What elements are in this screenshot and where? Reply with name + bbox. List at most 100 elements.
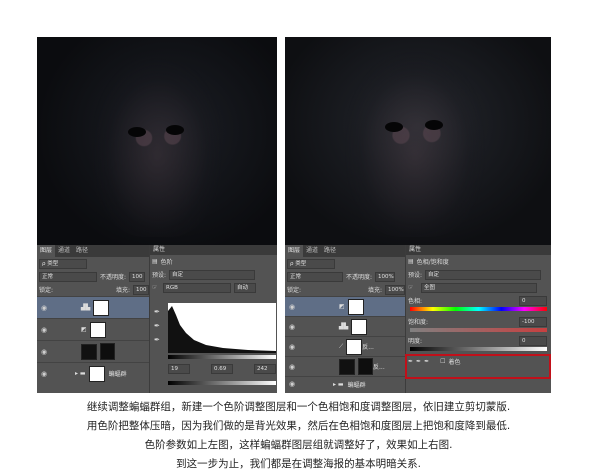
layer-row-levels[interactable]: ◉ ▟▙ — [37, 296, 149, 318]
output-gradient — [168, 381, 276, 385]
right-eye-shadow — [166, 125, 184, 135]
folder-icon: ▸ ▬ — [75, 370, 86, 377]
layer-mask-thumb — [89, 321, 106, 338]
properties-tab[interactable]: 属性 — [406, 245, 551, 255]
layer-row-image[interactable]: ◉ 反... — [285, 356, 405, 376]
left-eye-shadow — [385, 122, 403, 132]
curves-adjust-icon: ⟋ — [339, 342, 344, 350]
layer-name: 反... — [362, 344, 374, 351]
layer-row-image[interactable]: ◉ — [37, 340, 149, 362]
tab-channels[interactable]: 通道 — [55, 245, 73, 257]
layer-name: 蝙蝠群 — [108, 371, 127, 378]
white-eyedropper-icon[interactable]: ✒ — [154, 333, 162, 347]
layer-mask-thumb — [358, 358, 373, 375]
preset-row: 预设: 自定 — [150, 268, 277, 281]
input-gradient — [168, 355, 276, 359]
huesat-icon: ▤ — [408, 258, 414, 265]
visibility-eye-icon[interactable]: ◉ — [285, 380, 299, 388]
properties-tab[interactable]: 属性 — [150, 245, 277, 255]
hue-row: 色相: 0 — [406, 294, 551, 307]
preset-select[interactable]: 自定 — [169, 269, 256, 280]
saturation-input[interactable]: -100 — [519, 316, 547, 327]
fill-input[interactable]: 100% — [385, 284, 405, 295]
blend-mode-select[interactable]: 正常 — [39, 271, 97, 282]
visibility-eye-icon[interactable]: ◉ — [37, 348, 51, 356]
input-white-value[interactable]: 242 — [254, 363, 276, 374]
layer-thumb — [88, 365, 105, 382]
fill-label: 填充: — [115, 287, 130, 294]
auto-button[interactable]: 自动 — [234, 282, 256, 293]
channel-select[interactable]: 全图 — [421, 282, 537, 293]
layer-mask-thumb — [347, 298, 364, 315]
input-values-row: 19 0.69 242 — [168, 362, 276, 375]
kind-filter-select[interactable]: ρ 类型 — [287, 258, 335, 269]
lightness-slider[interactable] — [410, 347, 547, 351]
gray-eyedropper-icon[interactable]: ✒ — [154, 319, 162, 333]
hand-icon[interactable]: ☞ — [408, 284, 418, 291]
tab-paths[interactable]: 路径 — [73, 245, 91, 257]
layer-name: 蝙蝠群 — [347, 381, 366, 389]
layer-mask-thumb — [346, 338, 363, 355]
huesat-adjust-icon: ◩ — [339, 303, 345, 310]
blend-mode-select[interactable]: 正常 — [287, 271, 343, 282]
lock-row: 锁定: 填充: 100% — [285, 283, 405, 296]
fill-input[interactable]: 100 — [133, 284, 149, 295]
visibility-eye-icon[interactable]: ◉ — [285, 323, 299, 331]
properties-panel: 属性 ▤ 色阶 预设: 自定 ☞ RGB 自动 ✒ ✒ ✒ 19 0.69 24… — [149, 245, 277, 393]
levels-adjust-icon: ▟▙ — [339, 323, 349, 330]
props-title: 色阶 — [160, 259, 173, 266]
visibility-eye-icon[interactable]: ◉ — [285, 343, 299, 351]
tab-layers[interactable]: 图层 — [285, 245, 304, 257]
layer-row-group[interactable]: ◉ ▸ ▬ 蝙蝠群 — [285, 376, 405, 391]
lightness-row: 明度: 0 — [406, 334, 551, 347]
layers-tabbar: 图层 通道 路径 — [285, 245, 405, 257]
visibility-eye-icon[interactable]: ◉ — [37, 326, 51, 334]
hand-icon[interactable]: ☞ — [152, 284, 160, 291]
tab-paths[interactable]: 路径 — [321, 245, 339, 257]
histogram — [168, 303, 276, 353]
visibility-eye-icon[interactable]: ◉ — [285, 303, 299, 311]
saturation-slider[interactable] — [410, 328, 547, 332]
saturation-highlight-box — [405, 354, 551, 379]
layer-row-curves[interactable]: ◉ ⟋ 反... — [285, 336, 405, 356]
channel-row: ☞ 全图 — [406, 281, 551, 294]
opacity-label: 不透明度: — [100, 274, 127, 281]
visibility-eye-icon[interactable]: ◉ — [285, 363, 299, 371]
hue-slider[interactable] — [410, 307, 547, 311]
visibility-eye-icon[interactable]: ◉ — [37, 304, 51, 312]
folder-icon: ▸ ▬ — [333, 380, 344, 388]
left-screenshot: 图层 通道 路径 ρ 类型 正常 不透明度: 100 锁定: 填充: 100 ◉… — [37, 37, 277, 393]
tab-layers[interactable]: 图层 — [37, 245, 56, 257]
hue-input[interactable]: 0 — [519, 295, 547, 306]
layer-row-huesat[interactable]: ◉ ◩ — [37, 318, 149, 340]
lock-row: 锁定: 填充: 100 — [37, 283, 149, 296]
props-title: 色相/饱和度 — [416, 259, 449, 266]
input-black-value[interactable]: 19 — [168, 363, 190, 374]
layer-row-huesat[interactable]: ◉ ◩ — [285, 296, 405, 316]
kind-filter-select[interactable]: ρ 类型 — [39, 258, 87, 269]
caption-line-2: 用色阶把整体压暗，因为我们做的是背光效果，然后在色相饱和度图层上把饱和度降到最低… — [86, 420, 511, 432]
saturation-row: 饱和度: -100 — [406, 315, 551, 328]
opacity-input[interactable]: 100 — [129, 271, 146, 282]
lightness-input[interactable]: 0 — [519, 335, 547, 346]
input-gamma-value[interactable]: 0.69 — [211, 363, 233, 374]
layer-thumb — [81, 343, 97, 360]
lightness-label: 明度: — [408, 338, 423, 345]
black-eyedropper-icon[interactable]: ✒ — [154, 305, 162, 319]
layers-tabbar: 图层 通道 路径 — [37, 245, 149, 257]
huesat-adjust-icon: ◩ — [81, 326, 87, 333]
layer-thumb — [339, 358, 355, 375]
preset-select[interactable]: 自定 — [425, 269, 542, 280]
filter-row: ρ 类型 — [37, 257, 149, 270]
preset-row: 预设: 自定 — [406, 268, 551, 281]
preset-label: 预设: — [152, 272, 167, 279]
props-title-row: ▤ 色阶 — [150, 255, 277, 268]
channel-select[interactable]: RGB — [163, 282, 231, 293]
layer-row-levels[interactable]: ◉ ▟▙ — [285, 316, 405, 336]
visibility-eye-icon[interactable]: ◉ — [37, 370, 51, 378]
layer-row-group[interactable]: ◉ ▸ ▬ 蝙蝠群 — [37, 362, 149, 384]
tab-channels[interactable]: 通道 — [303, 245, 321, 257]
opacity-input[interactable]: 100% — [375, 271, 396, 282]
left-eye-shadow — [128, 127, 146, 137]
blend-row: 正常 不透明度: 100 — [37, 270, 149, 283]
